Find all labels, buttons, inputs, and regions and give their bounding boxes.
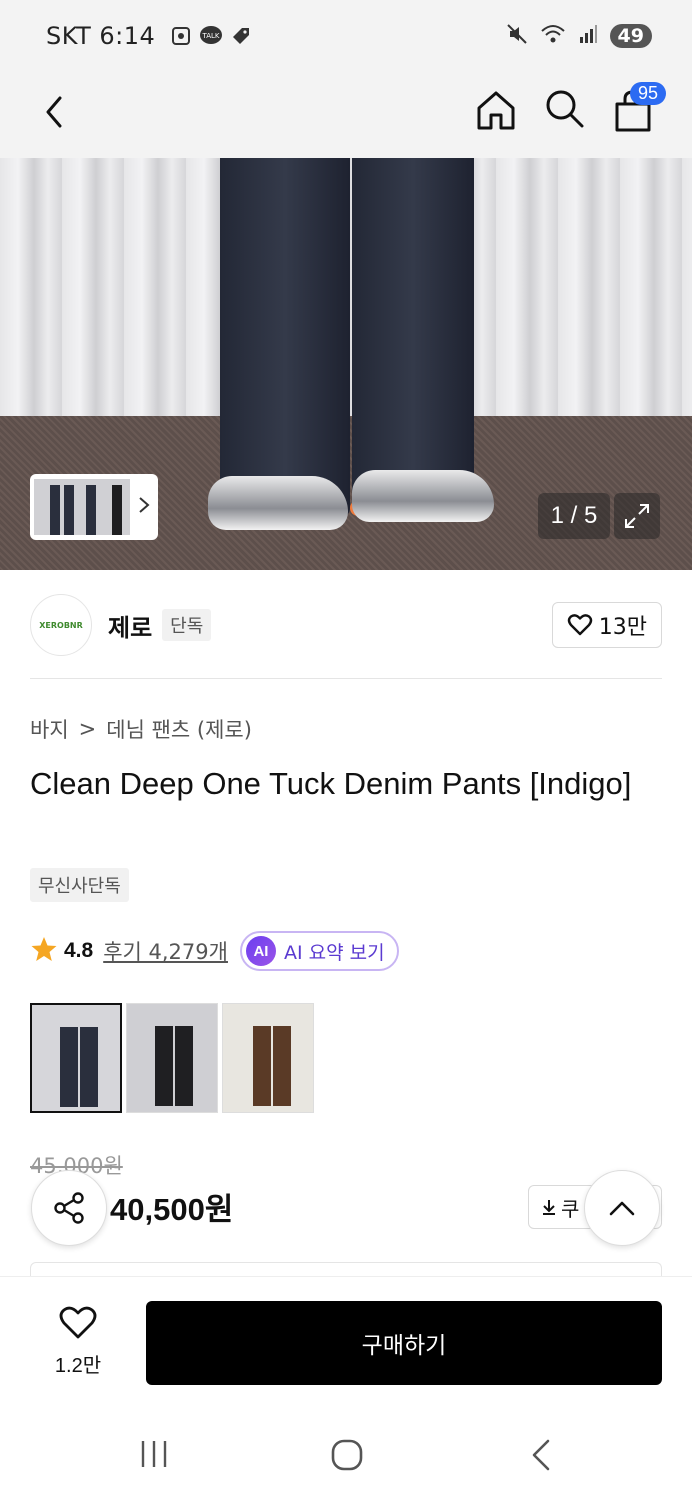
star-icon bbox=[30, 935, 58, 967]
ai-summary-label: AI 요약 보기 bbox=[283, 941, 385, 964]
product-title: Clean Deep One Tuck Denim Pants [Indigo] bbox=[30, 766, 632, 801]
heart-icon bbox=[59, 1306, 97, 1339]
review-count-link[interactable]: 후기 4,279개 bbox=[103, 936, 228, 966]
pant-leg-right bbox=[352, 158, 474, 503]
coupon-label: 쿠 bbox=[561, 1196, 580, 1221]
breadcrumb-subcategory[interactable]: 데님 팬츠 (제로) bbox=[106, 714, 252, 744]
rating-score: 4.8 bbox=[64, 939, 94, 962]
mute-icon bbox=[506, 23, 528, 49]
expand-icon[interactable] bbox=[614, 493, 660, 539]
home-button-icon[interactable] bbox=[330, 1438, 364, 1476]
brand-row: XEROBNR 제로 단독 13만 bbox=[30, 592, 662, 658]
signal-icon bbox=[578, 24, 598, 48]
status-time: SKT 6:14 bbox=[46, 22, 156, 50]
screenshot-icon bbox=[169, 24, 193, 48]
download-icon bbox=[543, 1200, 555, 1215]
chevron-right-icon bbox=[136, 494, 152, 521]
search-icon[interactable] bbox=[542, 86, 586, 130]
variant-brown[interactable] bbox=[222, 1003, 314, 1113]
sale-price: 40,500원 bbox=[110, 1192, 234, 1227]
wishlist-count: 1.2만 bbox=[54, 1355, 102, 1377]
heart-icon bbox=[567, 614, 592, 636]
scroll-top-button[interactable] bbox=[584, 1170, 660, 1246]
tag-icon bbox=[229, 24, 253, 48]
pant-leg-left bbox=[220, 158, 350, 518]
ai-summary-button[interactable]: AI AI 요약 보기 bbox=[239, 931, 399, 971]
shoe-right bbox=[352, 470, 494, 522]
top-navigation bbox=[0, 72, 692, 158]
breadcrumb: 바지 > 데님 팬츠 (제로) bbox=[30, 714, 252, 744]
gallery-thumbnail bbox=[34, 479, 130, 535]
brand-like-button[interactable]: 13만 bbox=[551, 602, 662, 648]
brand-logo[interactable]: XEROBNR bbox=[30, 594, 92, 656]
exclusive-badge: 단독 bbox=[162, 609, 212, 641]
wishlist-button[interactable]: 1.2만 bbox=[46, 1305, 110, 1378]
ai-badge-icon: AI bbox=[245, 936, 276, 966]
recent-apps-icon[interactable] bbox=[138, 1438, 170, 1474]
color-variants bbox=[30, 1003, 314, 1113]
status-bar: SKT 6:14 TALK 49 bbox=[0, 0, 692, 72]
system-navigation-bar bbox=[0, 1400, 692, 1500]
divider bbox=[30, 678, 662, 679]
breadcrumb-separator: > bbox=[78, 717, 97, 741]
home-icon[interactable] bbox=[474, 88, 518, 132]
rating-row: 4.8 후기 4,279개 AI AI 요약 보기 bbox=[30, 930, 399, 972]
back-icon[interactable] bbox=[36, 90, 76, 134]
gallery-counter: 1 / 5 bbox=[538, 493, 610, 539]
share-button[interactable] bbox=[31, 1170, 107, 1246]
breadcrumb-category[interactable]: 바지 bbox=[30, 714, 69, 744]
gallery-thumbnail-strip[interactable] bbox=[30, 474, 158, 540]
talk-icon: TALK bbox=[199, 24, 223, 48]
brand-like-count: 13만 bbox=[598, 615, 647, 640]
brand-name[interactable]: 제로 bbox=[108, 608, 152, 643]
battery-indicator: 49 bbox=[609, 24, 652, 48]
bottom-purchase-bar: 1.2만 구매하기 bbox=[0, 1276, 692, 1400]
variant-indigo[interactable] bbox=[30, 1003, 122, 1113]
buy-button[interactable]: 구매하기 bbox=[146, 1301, 662, 1385]
exclusive-tag: 무신사단독 bbox=[30, 868, 129, 902]
svg-text:TALK: TALK bbox=[202, 32, 220, 40]
back-button-icon[interactable] bbox=[528, 1438, 554, 1476]
chevron-up-icon bbox=[609, 1201, 635, 1216]
shoe-left bbox=[208, 476, 348, 530]
share-icon bbox=[54, 1192, 84, 1224]
wifi-icon bbox=[540, 23, 566, 49]
cart-count-badge: 95 bbox=[630, 82, 667, 105]
variant-black[interactable] bbox=[126, 1003, 218, 1113]
